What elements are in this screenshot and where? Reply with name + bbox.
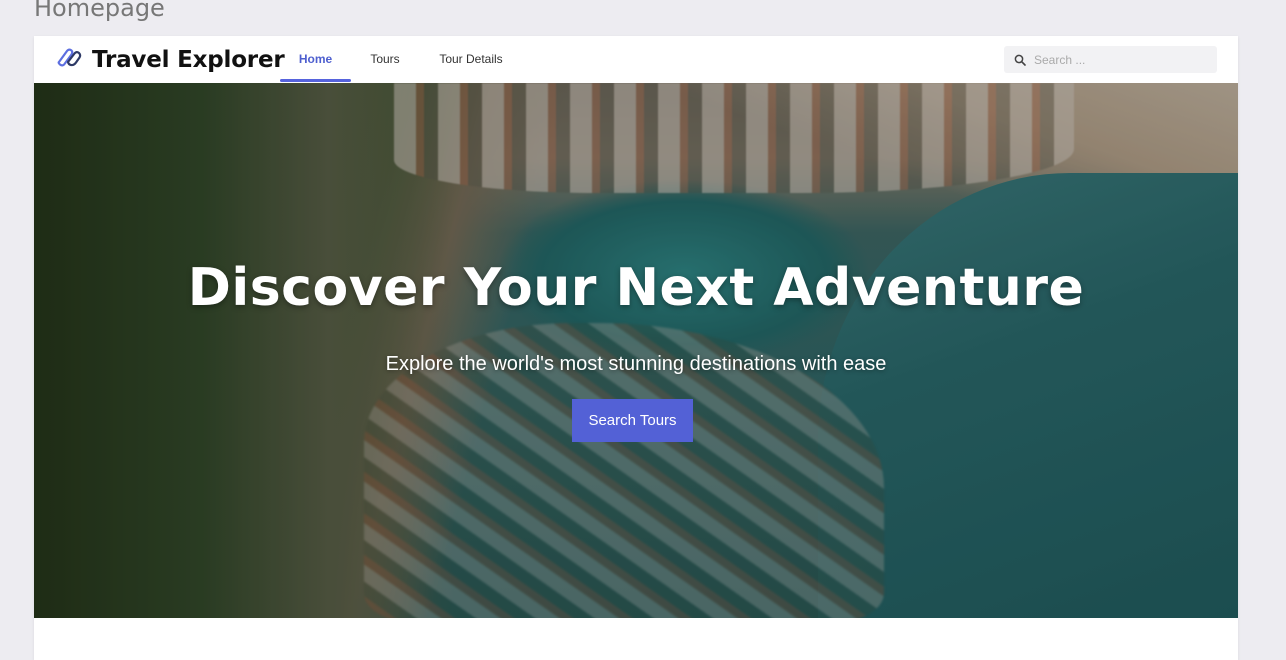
coastal-town-aerial-image (34, 83, 1238, 618)
nav-item-tours[interactable]: Tours (360, 36, 410, 82)
search-tours-button[interactable]: Search Tours (572, 399, 693, 442)
search-icon (1014, 54, 1026, 66)
page-frame: Travel Explorer Home Tours Tour Details … (34, 36, 1238, 660)
search-input[interactable] (1032, 51, 1216, 68)
search-box[interactable] (1004, 46, 1217, 73)
brand[interactable]: Travel Explorer (56, 44, 285, 76)
hero-subtitle: Explore the world's most stunning destin… (385, 353, 887, 375)
hero-title: Discover Your Next Adventure (187, 258, 1085, 318)
top-navigation: Travel Explorer Home Tours Tour Details (34, 36, 1238, 84)
brand-name: Travel Explorer (92, 47, 285, 73)
cloud-link-icon (56, 47, 84, 74)
canvas-label: Homepage (34, 0, 165, 22)
hero-banner: Discover Your Next Adventure Explore the… (34, 83, 1238, 618)
nav-item-tour-details[interactable]: Tour Details (432, 36, 510, 82)
nav-item-home[interactable]: Home (280, 36, 351, 82)
